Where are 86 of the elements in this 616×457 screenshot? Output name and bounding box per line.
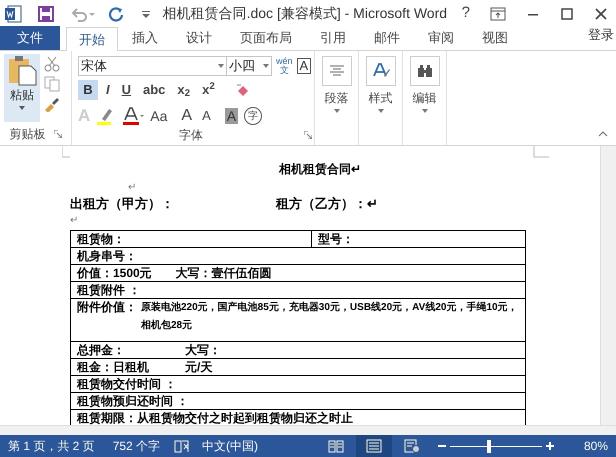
ribbon-tab[interactable]: 开始 — [66, 27, 118, 51]
table-cell-text: 型号： — [317, 231, 355, 247]
dropdown-caret-icon — [422, 109, 428, 113]
dropdown-caret-icon — [378, 109, 384, 113]
file-tab[interactable]: 文件 — [0, 26, 60, 50]
language-indicator[interactable]: 中文(中国) — [202, 437, 258, 455]
paste-button[interactable]: 粘贴 — [4, 54, 40, 122]
ribbon-tab[interactable]: 邮件 — [360, 26, 414, 50]
vertical-scrollbar[interactable] — [600, 146, 616, 425]
underline-button[interactable]: U — [118, 83, 136, 97]
paragraph-mark: ↵ — [70, 214, 79, 228]
font-color-icon[interactable] — [122, 107, 144, 125]
strikethrough-button[interactable]: abc — [139, 83, 170, 97]
zoom-slider[interactable] — [450, 440, 542, 452]
grow-font-button[interactable]: A — [181, 104, 192, 128]
word-count[interactable]: 752 个字 — [112, 437, 160, 455]
ribbon-tab[interactable]: 引用 — [306, 26, 360, 50]
align-center-icon — [328, 65, 344, 77]
font-name-field[interactable]: 宋体 — [78, 56, 227, 76]
clipboard-icon — [7, 54, 37, 86]
scissors-icon[interactable] — [44, 56, 60, 72]
save-icon[interactable] — [38, 6, 54, 22]
bold-button[interactable]: B — [78, 80, 98, 100]
sign-in-link[interactable]: 登录 — [588, 25, 614, 44]
ribbon-tab[interactable]: 视图 — [468, 26, 522, 50]
paintbrush-icon[interactable] — [44, 96, 60, 112]
italic-button[interactable]: I — [102, 83, 114, 97]
collapse-ribbon-icon[interactable] — [598, 131, 608, 137]
ribbon-display-icon[interactable] — [490, 6, 506, 20]
paragraph-mark: ↵ — [127, 182, 137, 194]
dropdown-caret-icon — [19, 106, 25, 110]
lessee-label: 租方（乙方）：↵ — [276, 195, 378, 214]
zoom-in-icon[interactable] — [546, 442, 554, 450]
font-size-field[interactable]: 小四 — [226, 56, 272, 76]
table-cell: 租赁物： — [71, 231, 312, 247]
lessor-label: 出租方（甲方）： — [70, 195, 175, 214]
enclose-characters-button[interactable]: 字 — [244, 107, 262, 125]
superscript-button[interactable]: x$^{2}$ — [198, 83, 219, 97]
zoom-level[interactable]: 80% — [572, 437, 608, 455]
word-logo-icon[interactable] — [4, 4, 22, 22]
dropdown-caret-icon — [334, 109, 340, 113]
zoom-slider-thumb[interactable] — [486, 440, 491, 452]
dialog-launcher-icon[interactable] — [54, 130, 62, 138]
character-border-button[interactable]: A — [296, 58, 312, 74]
ribbon-tab[interactable]: 设计 — [172, 26, 226, 50]
horizontal-scrollbar[interactable] — [0, 425, 616, 435]
help-button[interactable]: ? — [458, 2, 474, 25]
web-layout-icon[interactable] — [404, 439, 420, 453]
change-case-button[interactable]: Aa — [150, 106, 168, 126]
ribbon-tab[interactable]: 审阅 — [414, 26, 468, 50]
binoculars-icon — [416, 64, 432, 78]
group-label: 字体 — [178, 127, 204, 144]
page-lines-icon — [366, 439, 382, 453]
table-cell-text: 租赁附件 ： — [76, 282, 142, 298]
subscript-button[interactable]: x$_{2}$ — [173, 83, 194, 97]
field-value: 原装电池220元，国产电池85元，充电器30元，USB线20元，AV线20元，手绳10元，相机包28元 — [141, 300, 519, 333]
table-cell-text: 总押金： 大写： — [76, 342, 222, 358]
page-corner-mark — [62, 146, 70, 158]
dialog-launcher-icon[interactable] — [304, 131, 312, 139]
eraser-icon[interactable] — [234, 82, 251, 98]
dropdown-caret-icon — [218, 64, 224, 68]
window-title: 相机租赁合同.doc [兼容模式] - Microsoft Word — [162, 4, 448, 23]
table-cell-text: 租赁物预归还时间 ： — [76, 393, 190, 409]
maximize-icon[interactable] — [560, 6, 574, 20]
redo-icon[interactable] — [108, 6, 124, 22]
dropdown-caret-icon — [263, 64, 269, 68]
zoom-out-icon[interactable] — [438, 442, 446, 450]
ribbon-tab[interactable]: 页面布局 — [226, 26, 306, 50]
read-mode-icon[interactable] — [328, 439, 344, 453]
proofing-book-icon[interactable] — [174, 439, 190, 453]
character-shading-button[interactable]: A — [224, 108, 238, 124]
shrink-font-button[interactable]: A — [202, 106, 211, 126]
group-label: 剪贴板 — [10, 126, 46, 143]
table-cell-text: 租金：日租机 元/天 — [76, 359, 214, 375]
page-corner-mark — [533, 146, 549, 158]
page-count[interactable]: 第 1 页，共 2 页 — [8, 437, 95, 455]
close-icon[interactable] — [594, 6, 608, 20]
table-cell-text: 租赁期限：从租赁物交付之时起到租赁物归还之时止 — [76, 410, 354, 425]
table-cell-text: 租赁物交付时间 ： — [76, 376, 178, 392]
table-cell-text: 机身串号： — [76, 248, 138, 264]
phonetic-guide-button[interactable]: wén 文 — [276, 57, 293, 75]
document-title: 相机租赁合同↵ — [278, 161, 362, 178]
field-label: 附件价值： — [77, 299, 138, 316]
ribbon-tab[interactable]: 插入 — [118, 26, 172, 50]
print-layout-button[interactable] — [356, 435, 392, 457]
table-cell-text: 价值：1500元 大写：壹仟伍佰圆 — [76, 265, 273, 281]
